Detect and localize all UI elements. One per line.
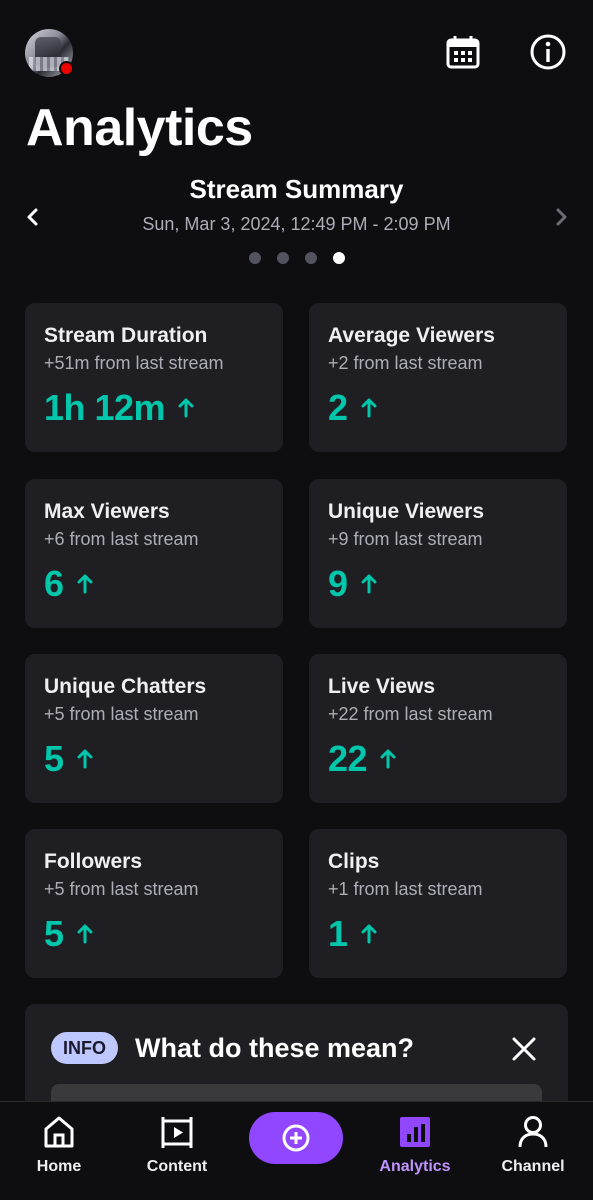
nav-item-channel[interactable]: Channel — [483, 1114, 583, 1176]
stat-change: +5 from last stream — [44, 879, 199, 899]
stat-title: Average Viewers — [328, 324, 495, 347]
stat-change: +1 from last stream — [328, 879, 483, 899]
calendar-icon[interactable] — [444, 33, 482, 71]
stat-title: Followers — [44, 850, 143, 873]
arrow-up-icon — [77, 924, 93, 944]
arrow-up-icon — [361, 574, 377, 594]
stat-title: Clips — [328, 850, 380, 873]
stat-change: +9 from last stream — [328, 529, 483, 549]
arrow-up-icon — [361, 924, 377, 944]
stat-card-clips: Clips +1 from last stream 1 — [309, 829, 567, 978]
stat-title: Max Viewers — [44, 500, 170, 523]
stat-value: 22 — [328, 738, 368, 779]
stat-title: Unique Chatters — [44, 675, 207, 698]
arrow-up-icon — [77, 749, 93, 769]
profile-avatar[interactable] — [25, 29, 74, 77]
live-status-dot — [59, 61, 74, 76]
stat-change: +51m from last stream — [44, 353, 224, 373]
stat-card-followers: Followers +5 from last stream 5 — [25, 829, 283, 978]
stat-title: Unique Viewers — [328, 500, 485, 523]
stat-value: 9 — [328, 563, 348, 604]
nav-label: Content — [146, 1158, 208, 1175]
page-indicator[interactable] — [249, 252, 345, 264]
summary-title: Stream Summary — [189, 174, 404, 204]
page-dot[interactable] — [305, 252, 317, 264]
arrow-up-icon — [361, 398, 377, 418]
stat-card-unique-chatters: Unique Chatters +5 from last stream 5 — [25, 654, 283, 803]
stat-value: 6 — [44, 563, 64, 604]
stat-value: 1h 12m — [44, 387, 166, 428]
nav-item-analytics[interactable]: Analytics — [365, 1114, 465, 1176]
arrow-up-icon — [77, 574, 93, 594]
close-icon[interactable] — [511, 1036, 537, 1062]
analytics-icon — [400, 1117, 430, 1147]
stat-change: +2 from last stream — [328, 353, 483, 373]
stream-date-range: Sun, Mar 3, 2024, 12:49 PM - 2:09 PM — [142, 214, 451, 234]
page-dot[interactable] — [277, 252, 289, 264]
stat-card-max-viewers: Max Viewers +6 from last stream 6 — [25, 479, 283, 628]
stat-change: +5 from last stream — [44, 704, 199, 724]
stat-value: 2 — [328, 387, 348, 428]
nav-label: Analytics — [379, 1158, 451, 1175]
film-icon — [161, 1117, 193, 1148]
arrow-up-icon — [380, 749, 396, 769]
nav-label: Channel — [501, 1158, 565, 1175]
page-dot[interactable] — [249, 252, 261, 264]
nav-item-content[interactable]: Content — [127, 1114, 227, 1176]
stat-change: +6 from last stream — [44, 529, 199, 549]
go-live-button[interactable] — [249, 1112, 343, 1164]
nav-item-home[interactable]: Home — [9, 1114, 109, 1176]
stat-card-stream-duration: Stream Duration +51m from last stream 1h… — [25, 303, 283, 452]
stat-title: Live Views — [328, 675, 436, 698]
info-icon[interactable] — [529, 33, 567, 71]
analytics-screen: Analytics Stream Summary Sun, Mar 3, 202… — [0, 0, 593, 1200]
stat-card-unique-viewers: Unique Viewers +9 from last stream 9 — [309, 479, 567, 628]
nav-label: Home — [36, 1158, 82, 1175]
info-badge: INFO — [51, 1032, 118, 1064]
stat-change: +22 from last stream — [328, 704, 493, 724]
home-icon — [44, 1116, 74, 1148]
info-card-title: What do these mean? — [135, 1033, 415, 1063]
arrow-up-icon — [178, 398, 194, 418]
plus-circle-icon — [282, 1124, 310, 1152]
stat-value: 5 — [44, 738, 64, 779]
person-icon — [518, 1116, 548, 1148]
bottom-navigation: Home Content Analytics Channel — [0, 1101, 593, 1200]
page-dot-active[interactable] — [333, 252, 345, 264]
stat-value: 1 — [328, 913, 348, 954]
stat-card-average-viewers: Average Viewers +2 from last stream 2 — [309, 303, 567, 452]
next-stream-chevron-icon[interactable] — [549, 205, 573, 229]
stat-title: Stream Duration — [44, 324, 208, 347]
stat-card-live-views: Live Views +22 from last stream 22 — [309, 654, 567, 803]
stat-value: 5 — [44, 913, 64, 954]
page-title: Analytics — [26, 99, 253, 157]
